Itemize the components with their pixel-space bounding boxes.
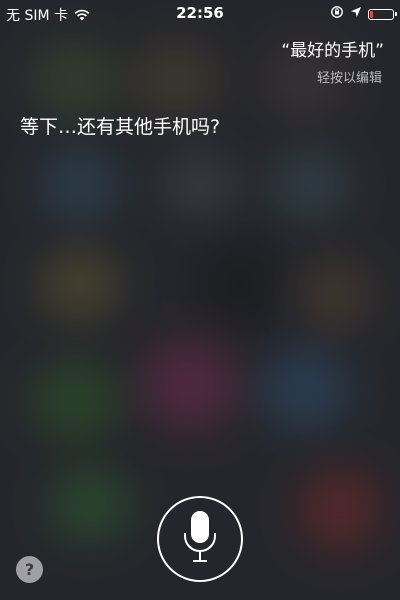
battery-level-fill	[370, 10, 373, 18]
microphone-button[interactable]	[157, 496, 243, 582]
status-right-icons	[330, 5, 397, 23]
status-bar: 无 SIM 卡 22:56	[0, 0, 400, 26]
microphone-icon	[180, 509, 220, 569]
help-button[interactable]: ?	[16, 556, 43, 583]
battery-icon	[368, 8, 397, 20]
tap-to-edit-hint[interactable]: 轻按以编辑	[317, 67, 382, 86]
location-arrow-icon	[350, 6, 362, 22]
siri-response-text: 等下…还有其他手机吗?	[20, 116, 221, 138]
orientation-lock-icon	[330, 5, 344, 23]
user-query-text[interactable]: “最好的手机”	[281, 36, 384, 61]
